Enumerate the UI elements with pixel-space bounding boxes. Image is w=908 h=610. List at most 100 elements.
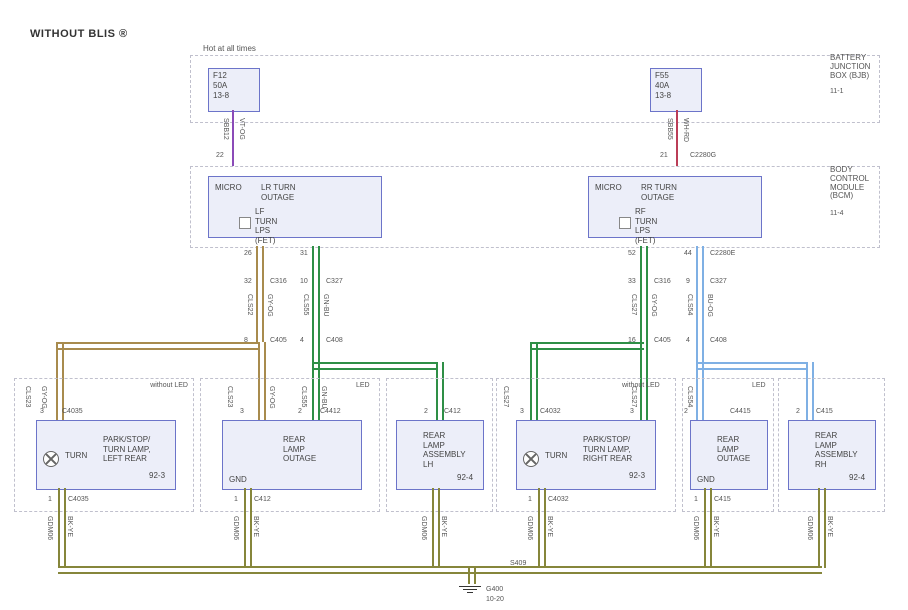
c316-1: C316 <box>270 278 287 285</box>
cls54-c: CLS54 <box>686 386 693 407</box>
c412b: C412 <box>254 496 271 503</box>
pin-22: 22 <box>216 152 224 159</box>
pin-2c: 2 <box>684 408 688 415</box>
gdm06-c: GDM06 <box>420 516 427 540</box>
c415b: C415 <box>714 496 731 503</box>
wiring-diagram: { "title": "WITHOUT BLIS ®", "notes": { … <box>0 0 908 610</box>
bjb-group <box>190 55 880 123</box>
pin-2b: 2 <box>424 408 428 415</box>
c412a: C412 <box>444 408 461 415</box>
c4415: C4415 <box>730 408 751 415</box>
rear-lamp-outage-left: REAR LAMP OUTAGE GND <box>222 420 362 490</box>
ground-icon <box>459 584 481 593</box>
buog-1: BU-OG <box>706 294 713 317</box>
cls55l: CLS55 <box>302 294 309 315</box>
gnbu-1: GN-BU <box>322 294 329 317</box>
pin-4b: 4 <box>686 337 690 344</box>
c316-2: C316 <box>654 278 671 285</box>
bjb-label: BATTERY JUNCTION BOX (BJB) <box>830 54 870 80</box>
c405-2: C405 <box>654 337 671 344</box>
park-stop-turn-right: TURN PARK/STOP/ TURN LAMP, RIGHT REAR 92… <box>516 420 656 490</box>
pin-44: 44 <box>684 250 692 257</box>
pin-31: 31 <box>300 250 308 257</box>
wire-sbb12 <box>232 110 234 166</box>
gnbu-b: GN-BU <box>320 386 327 409</box>
gnd2 <box>244 488 252 568</box>
s409: S409 <box>510 560 526 567</box>
wire-cls22 <box>256 246 264 342</box>
without-led-2: without LED <box>622 382 660 389</box>
fuse-f12: F12 50A 13-8 <box>208 68 260 112</box>
gyog-1: GY-OG <box>266 294 273 317</box>
bkye-b: BK-YE <box>252 516 259 537</box>
pin-3c: 3 <box>520 408 524 415</box>
gnd6 <box>818 488 826 568</box>
gdm06-b: GDM06 <box>232 516 239 540</box>
fuse-f55: F55 40A 13-8 <box>650 68 702 112</box>
sbb55-label: SBB55 <box>666 118 673 140</box>
pin-2d: 2 <box>796 408 800 415</box>
ground-stem <box>468 568 476 584</box>
cls23-b: CLS23 <box>226 386 233 407</box>
led-2: LED <box>752 382 766 389</box>
gdm06-e: GDM06 <box>692 516 699 540</box>
park-stop-turn-left: TURN PARK/STOP/ TURN LAMP, LEFT REAR 92-… <box>36 420 176 490</box>
hot-at-all-times-label: Hot at all times <box>203 44 256 53</box>
diagram-title: WITHOUT BLIS ® <box>30 28 128 40</box>
pin-3b: 3 <box>240 408 244 415</box>
c327-2: C327 <box>710 278 727 285</box>
c408-1: C408 <box>326 337 343 344</box>
bkye-c: BK-YE <box>440 516 447 537</box>
fet-icon <box>239 217 251 229</box>
gyog-2: GY-OG <box>650 294 657 317</box>
c405-1: C405 <box>270 337 287 344</box>
c4035a: C4035 <box>62 408 83 415</box>
rear-lamp-assembly-rh: REAR LAMP ASSEMBLY RH 92-4 <box>788 420 876 490</box>
c4032b: C4032 <box>548 496 569 503</box>
pin-52: 52 <box>628 250 636 257</box>
pin-21: 21 <box>660 152 668 159</box>
g400: G400 <box>486 586 503 593</box>
pin1-b: 1 <box>234 496 238 503</box>
c327-1: C327 <box>326 278 343 285</box>
bkye-a: BK-YE <box>66 516 73 537</box>
pin-26: 26 <box>244 250 252 257</box>
whrd-label: WH-RD <box>682 118 689 142</box>
without-led-1: without LED <box>150 382 188 389</box>
pin-10: 10 <box>300 278 308 285</box>
gdm06-d: GDM06 <box>526 516 533 540</box>
c4035b: C4035 <box>68 496 89 503</box>
bkye-f: BK-YE <box>826 516 833 537</box>
fet-icon <box>619 217 631 229</box>
pin-3a: 3 <box>40 408 44 415</box>
pin1-d: 1 <box>694 496 698 503</box>
wire-tan-h <box>56 342 260 350</box>
cls23-a: CLS23 <box>24 386 31 407</box>
c408-2: C408 <box>710 337 727 344</box>
gnd4 <box>538 488 546 568</box>
pin1-c: 1 <box>528 496 532 503</box>
cls55-b: CLS55 <box>300 386 307 407</box>
pin-9: 9 <box>686 278 690 285</box>
pin-32: 32 <box>244 278 252 285</box>
led-1: LED <box>356 382 370 389</box>
pin-2a: 2 <box>298 408 302 415</box>
gyog-a: GY-OG <box>40 386 47 409</box>
pin-4a: 4 <box>300 337 304 344</box>
pin-3d: 3 <box>630 408 634 415</box>
cls54l: CLS54 <box>686 294 693 315</box>
wire-cls55 <box>312 246 320 342</box>
gnd3 <box>432 488 440 568</box>
gyog-b: GY-OG <box>268 386 275 409</box>
c2280g: C2280G <box>690 152 716 159</box>
rear-lamp-assembly-lh: REAR LAMP ASSEMBLY LH 92-4 <box>396 420 484 490</box>
gnd1 <box>58 488 66 568</box>
cls27-b: CLS27 <box>502 386 509 407</box>
bjb-ref: 11-1 <box>830 88 844 95</box>
gnd5 <box>704 488 712 568</box>
sbb12-label: SBB12 <box>222 118 229 140</box>
gdm06-f: GDM06 <box>806 516 813 540</box>
gdm06-a: GDM06 <box>46 516 53 540</box>
cls27l: CLS27 <box>630 294 637 315</box>
wire-sbb55 <box>676 110 678 166</box>
